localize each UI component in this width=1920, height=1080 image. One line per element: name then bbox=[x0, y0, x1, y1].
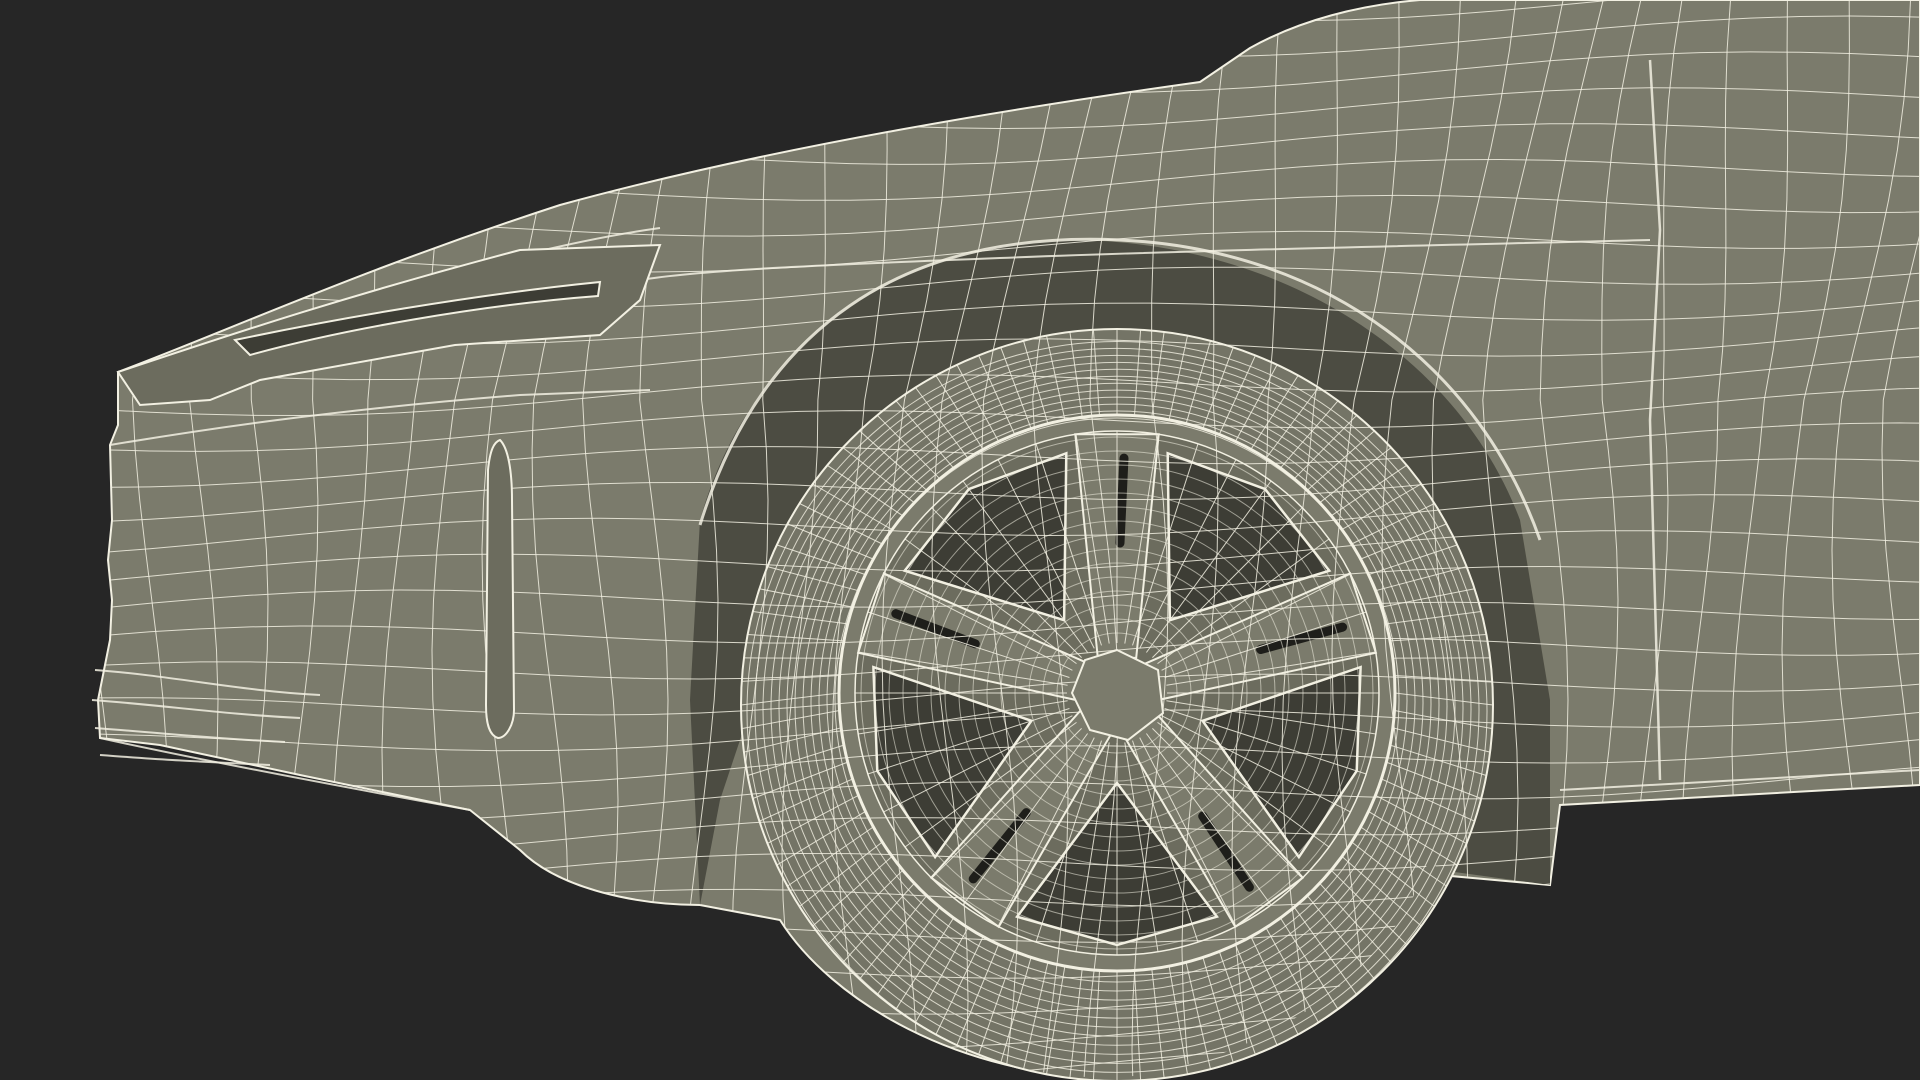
wireframe-render bbox=[0, 0, 1920, 1080]
air-curtain-intake bbox=[484, 438, 516, 740]
render-viewport bbox=[0, 0, 1920, 1080]
spoke-slot bbox=[1115, 453, 1129, 548]
